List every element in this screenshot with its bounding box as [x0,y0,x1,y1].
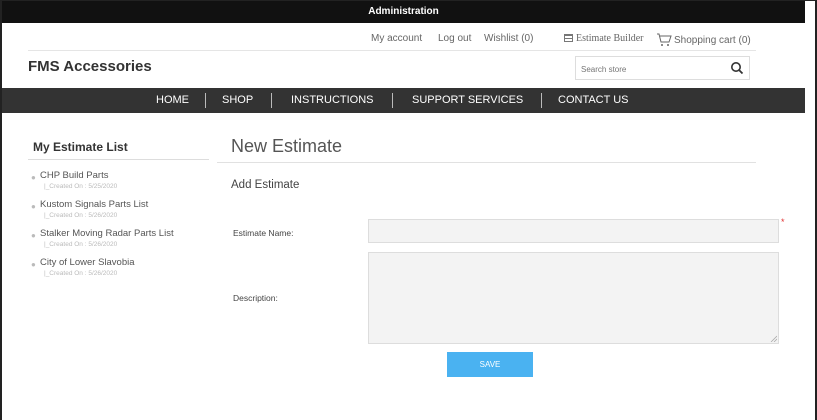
bullet-icon: ● [31,260,36,269]
search-box [575,56,750,80]
estimate-builder-label: Estimate Builder [576,33,644,44]
bullet-icon: ● [31,173,36,182]
sidebar-divider [28,159,209,160]
section-title: Add Estimate [231,179,300,191]
log-out-link[interactable]: Log out [438,33,471,44]
header-links: My account Log out Wishlist (0) Estimate… [0,30,817,46]
nav-separator [392,93,393,108]
estimate-list: ● CHP Build Parts |_Created On : 5/25/20… [31,170,174,286]
required-indicator: * [781,217,785,227]
estimate-created-date: |_Created On : 5/25/2020 [44,183,118,190]
estimate-name-field[interactable] [368,219,779,243]
search-input[interactable] [581,62,721,76]
estimate-list-item: ● CHP Build Parts |_Created On : 5/25/20… [31,170,174,199]
bullet-icon: ● [31,202,36,211]
estimate-created-date: |_Created On : 5/26/2020 [44,270,118,277]
nav-separator [205,93,206,108]
bullet-icon: ● [31,231,36,240]
store-logo[interactable]: FMS Accessories [28,58,152,75]
nav-separator [541,93,542,108]
estimate-builder-link[interactable]: Estimate Builder [564,33,644,44]
wishlist-link[interactable]: Wishlist (0) [484,33,533,44]
estimate-list-item: ● Kustom Signals Parts List |_Created On… [31,199,174,228]
estimate-link[interactable]: City of Lower Slavobia [40,257,174,268]
page-title: New Estimate [231,136,343,156]
description-label: Description: [233,293,278,303]
estimate-list-item: ● City of Lower Slavobia |_Created On : … [31,257,174,286]
nav-item-shop[interactable]: SHOP [222,88,253,113]
save-button[interactable]: SAVE [447,352,533,377]
estimate-created-date: |_Created On : 5/26/2020 [44,212,118,219]
description-field[interactable] [368,252,779,344]
calculator-icon [564,34,573,42]
header-divider [28,50,756,51]
estimate-name-label: Estimate Name: [233,228,294,238]
estimate-list-item: ● Stalker Moving Radar Parts List |_Crea… [31,228,174,257]
cart-icon [657,33,672,46]
title-divider [217,162,756,163]
my-account-link[interactable]: My account [371,33,422,44]
nav-separator [271,93,272,108]
shopping-cart-label: Shopping cart (0) [674,35,751,46]
estimate-created-date: |_Created On : 5/26/2020 [44,241,118,248]
nav-item-home[interactable]: HOME [156,88,189,113]
estimate-link[interactable]: CHP Build Parts [40,170,174,181]
shopping-cart-link[interactable]: Shopping cart (0) [656,33,751,47]
search-icon[interactable] [729,60,745,76]
nav-item-instructions[interactable]: INSTRUCTIONS [291,88,374,113]
sidebar-title: My Estimate List [33,140,128,154]
estimate-link[interactable]: Kustom Signals Parts List [40,199,174,210]
estimate-link[interactable]: Stalker Moving Radar Parts List [40,228,174,239]
main-nav: HOME SHOP INSTRUCTIONS SUPPORT SERVICES … [2,88,805,113]
nav-item-contact-us[interactable]: CONTACT US [558,88,629,113]
resize-handle-icon[interactable] [770,335,777,342]
nav-item-support-services[interactable]: SUPPORT SERVICES [412,88,523,113]
admin-bar[interactable]: Administration [2,1,805,23]
